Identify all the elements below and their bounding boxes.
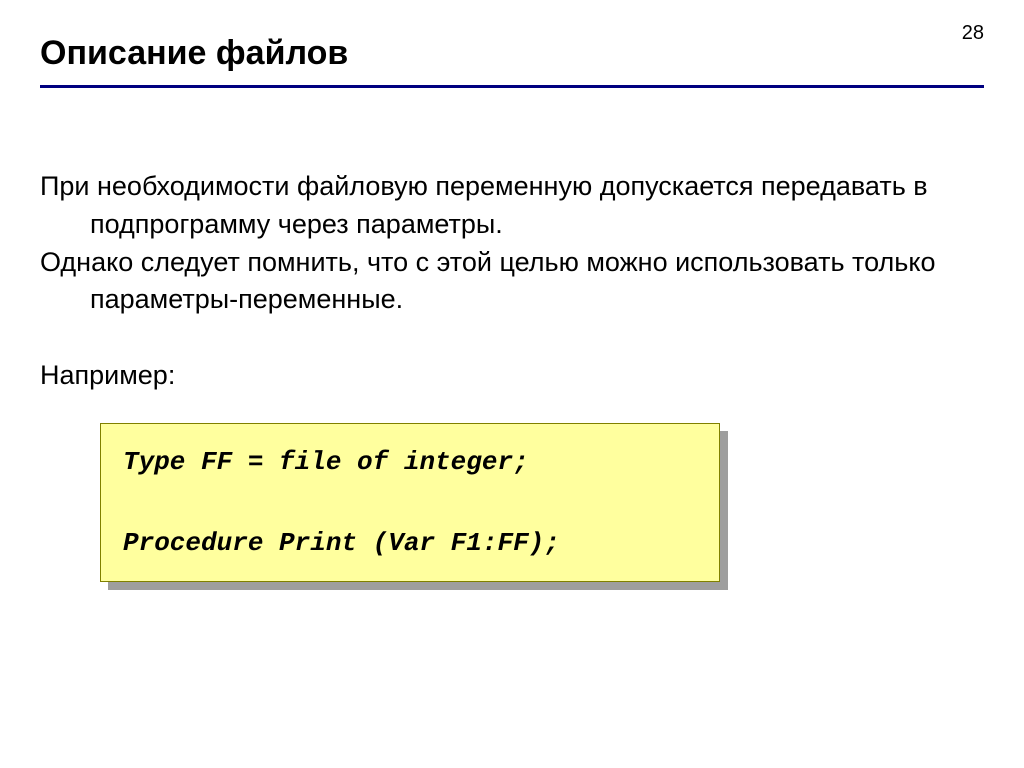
slide-title: Описание файлов — [40, 34, 984, 73]
title-underline — [40, 85, 984, 88]
body-text: При необходимости файловую переменную до… — [40, 168, 984, 395]
code-line-2: Procedure Print (Var F1:FF); — [123, 528, 560, 558]
paragraph-2: Однако следует помнить, что с этой целью… — [40, 244, 984, 320]
example-label: Например: — [40, 357, 984, 395]
code-box: Type FF = file of integer; Procedure Pri… — [100, 423, 720, 582]
paragraph-1: При необходимости файловую переменную до… — [40, 168, 984, 244]
code-block: Type FF = file of integer; Procedure Pri… — [100, 423, 720, 582]
page-number: 28 — [962, 22, 984, 45]
slide: 28 Описание файлов При необходимости фай… — [0, 0, 1024, 768]
code-line-1: Type FF = file of integer; — [123, 447, 529, 477]
